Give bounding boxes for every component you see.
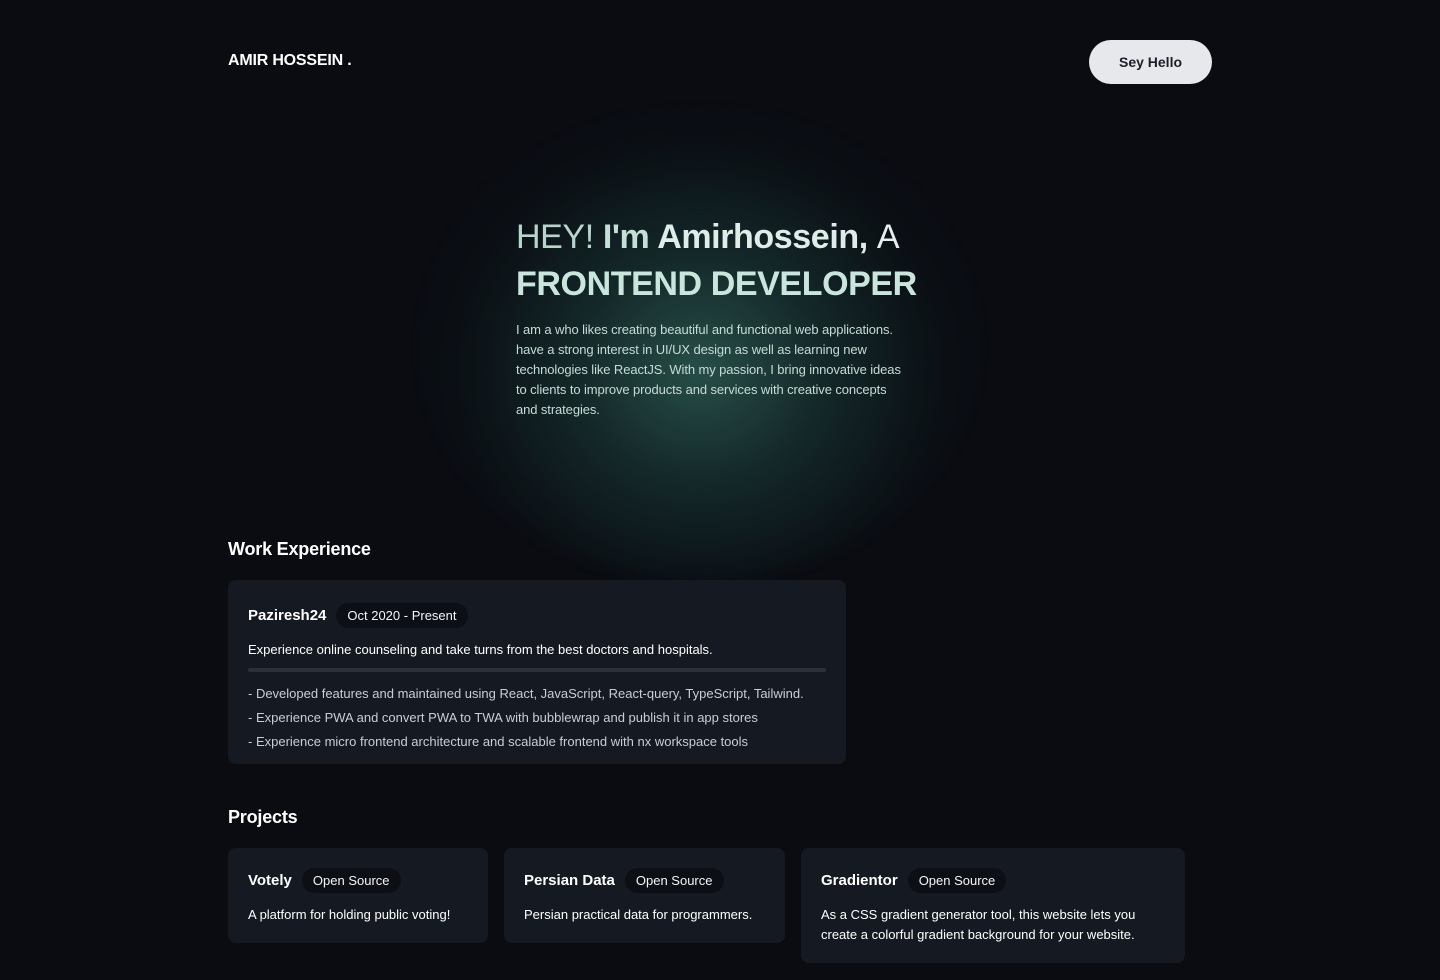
work-card-header: Paziresh24 Oct 2020 - Present — [248, 603, 826, 628]
description-line: As a CSS gradient generator tool, this w… — [821, 907, 1136, 922]
project-card-header: Gradientor Open Source — [821, 868, 1165, 893]
project-description: A platform for holding public voting! — [248, 907, 451, 922]
company-name: Paziresh24 — [248, 607, 327, 624]
open-source-badge: Open Source — [301, 868, 401, 893]
project-card-header: Votely Open Source — [248, 868, 468, 893]
work-bullet-list: - Developed features and maintained usin… — [248, 682, 826, 754]
bio-line: have a strong interest in UI/UX design a… — [516, 342, 867, 357]
headline-role: FRONTEND DEVELOPER — [516, 265, 917, 303]
project-card-header: Persian Data Open Source — [524, 868, 765, 893]
say-hello-button[interactable]: Sey Hello — [1089, 40, 1212, 84]
project-card-gradientor[interactable]: Gradientor Open Source As a CSS gradient… — [801, 848, 1185, 963]
work-experience-heading: Work Experience — [228, 539, 371, 559]
work-divider — [248, 668, 826, 672]
project-card-votely[interactable]: Votely Open Source A platform for holdin… — [228, 848, 488, 943]
description-line: create a colorful gradient background fo… — [821, 927, 1135, 942]
project-name: Gradientor — [821, 872, 898, 889]
bio-line: I am a who likes creating beautiful and … — [516, 322, 893, 337]
brand-logo[interactable]: AMIR HOSSEIN . — [228, 52, 352, 70]
work-bullet: - Developed features and maintained usin… — [248, 686, 804, 701]
open-source-badge: Open Source — [624, 868, 724, 893]
bio-line: to clients to improve products and servi… — [516, 382, 887, 397]
headline-name: Amirhossein, — [657, 218, 868, 256]
work-bullet: - Experience PWA and convert PWA to TWA … — [248, 710, 758, 725]
projects-heading: Projects — [228, 807, 298, 827]
project-description: As a CSS gradient generator tool, this w… — [821, 905, 1165, 945]
open-source-badge: Open Source — [907, 868, 1007, 893]
headline-im: I'm — [602, 218, 650, 256]
hero-headline: HEY! I'm Amirhossein, A FRONTEND DEVELOP… — [516, 214, 936, 308]
project-description: Persian practical data for programmers. — [524, 907, 753, 922]
hero-bio: I am a who likes creating beautiful and … — [516, 320, 936, 420]
headline-a: A — [876, 218, 900, 256]
work-experience-card: Paziresh24 Oct 2020 - Present Experience… — [228, 580, 846, 764]
bio-line: and strategies. — [516, 402, 600, 417]
headline-hey: HEY! — [516, 218, 594, 256]
period-badge: Oct 2020 - Present — [336, 603, 468, 628]
work-bullet: - Experience micro frontend architecture… — [248, 734, 749, 749]
project-card-persian-data[interactable]: Persian Data Open Source Persian practic… — [504, 848, 785, 943]
project-name: Votely — [248, 872, 292, 889]
work-description: Experience online counseling and take tu… — [248, 642, 713, 657]
project-name: Persian Data — [524, 872, 615, 889]
bio-line: technologies like ReactJS. With my passi… — [516, 362, 901, 377]
hero-section: HEY! I'm Amirhossein, A FRONTEND DEVELOP… — [516, 214, 936, 420]
